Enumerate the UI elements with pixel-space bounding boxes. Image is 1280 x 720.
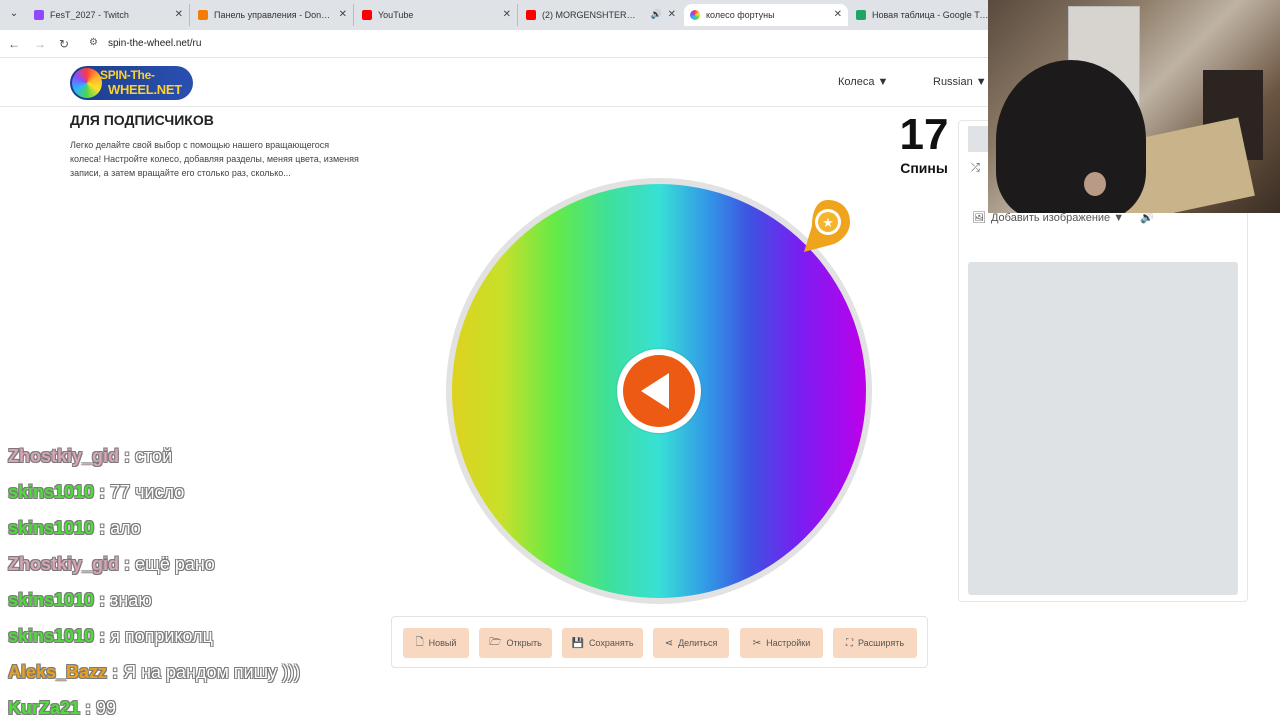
tab-title: (2) MORGENSHTERN - ДО	[542, 10, 642, 20]
wheel-icon	[690, 10, 700, 20]
back-icon[interactable]: ←	[6, 36, 22, 52]
open-button-label: Открыть	[506, 638, 542, 648]
tab-morgenshtern[interactable]: (2) MORGENSHTERN - ДО 🔊 ✕	[520, 4, 682, 26]
speaker-icon[interactable]: 🔊	[651, 9, 662, 20]
panel-tab[interactable]	[968, 126, 988, 152]
share-icon: ⋖	[664, 637, 674, 649]
tab-title: Панель управления - Donation	[214, 10, 332, 20]
page-description: Легко делайте свой выбор с помощью нашег…	[70, 140, 359, 178]
chat-message: skins1010 : я поприколц	[8, 626, 213, 646]
settings-button-label: Настройки	[766, 638, 811, 648]
image-icon: 🖼	[972, 212, 986, 224]
logo-text: WHEEL.NET	[108, 82, 182, 97]
floppy-icon: 💾	[571, 637, 584, 649]
tab-youtube[interactable]: YouTube ✕	[356, 4, 518, 26]
chat-username: skins1010	[8, 626, 95, 646]
chat-message: Zhostkiy_gid : стой	[8, 446, 173, 466]
tools-icon: ✂	[752, 637, 762, 649]
webcam-person	[1084, 172, 1106, 196]
tab-donation[interactable]: Панель управления - Donation ✕	[192, 4, 354, 26]
chat-username: Zhostkiy_gid	[8, 446, 120, 466]
logo-text: SPIN-The-	[100, 68, 155, 82]
close-icon[interactable]: ✕	[175, 9, 183, 20]
chat-username: Zhostkiy_gid	[8, 554, 120, 574]
settings-button[interactable]: ✂ Настройки	[740, 628, 823, 658]
spin-arrow-icon	[641, 373, 669, 409]
tab-title: колесо фортуны	[706, 10, 775, 20]
file-icon: 🗋	[415, 636, 424, 648]
chat-message: skins1010 : знаю	[8, 590, 152, 610]
add-image-label: Добавить изображение ▼	[990, 211, 1125, 224]
svg-text:★: ★	[822, 216, 834, 231]
chat-text: Я на рандом пишу )))	[123, 662, 301, 682]
wheel-toolbar: 🗋 Новый 🗁 Открыть 💾 Сохранять ⋖ Делиться…	[391, 616, 928, 668]
chat-text: 99	[96, 698, 117, 718]
chat-username: skins1010	[8, 590, 95, 610]
close-icon[interactable]: ✕	[339, 9, 347, 20]
tab-twitch[interactable]: FesT_2027 - Twitch ✕	[28, 4, 190, 26]
chat-username: Aleks_Bazz	[8, 662, 108, 682]
new-button-label: Новый	[428, 638, 457, 648]
chat-message: Aleks_Bazz : Я на рандом пишу )))	[8, 662, 301, 682]
tab-title: FesT_2027 - Twitch	[50, 10, 129, 20]
twitch-icon	[34, 10, 44, 20]
tab-list-button[interactable]: ⌄	[6, 6, 22, 22]
chat-message: KurZa21 : 99	[8, 698, 117, 718]
save-button-label: Сохранять	[588, 638, 634, 648]
language-menu[interactable]: Russian ▼	[933, 76, 987, 88]
logo-wheel-icon	[72, 68, 102, 98]
page-heading: ДЛЯ ПОДПИСЧИКОВ	[70, 112, 214, 128]
forward-icon[interactable]: →	[32, 36, 48, 52]
chat-text: ало	[110, 518, 141, 538]
close-icon[interactable]: ✕	[834, 9, 842, 20]
wheel-pointer-icon: ★	[804, 200, 850, 252]
chat-text: я поприколц	[110, 626, 213, 646]
chat-text: ещё рано	[135, 554, 215, 574]
chat-text: 77 число	[110, 482, 185, 502]
tab-wheel-active[interactable]: колесо фортуны ✕	[684, 4, 848, 26]
close-icon[interactable]: ✕	[668, 9, 676, 20]
chat-username: skins1010	[8, 482, 95, 502]
site-logo[interactable]: SPIN-The- WHEEL.NET	[70, 66, 193, 100]
site-info-icon[interactable]: ⚙	[89, 37, 98, 48]
url-field[interactable]: spin-the-wheel.net/ru	[108, 38, 201, 49]
chat-username: KurZa21	[8, 698, 81, 718]
chat-username: skins1010	[8, 518, 95, 538]
fullscreen-icon: ⛶	[845, 637, 853, 649]
chat-text: знаю	[110, 590, 152, 610]
expand-button[interactable]: ⛶ Расширять	[833, 628, 917, 658]
spin-count: 17	[899, 110, 949, 159]
save-button[interactable]: 💾 Сохранять	[562, 628, 643, 658]
chat-text: стой	[135, 446, 173, 466]
new-button[interactable]: 🗋 Новый	[403, 628, 469, 658]
tab-title: Новая таблица - Google Табл	[872, 10, 990, 20]
webcam-person	[996, 60, 1146, 213]
reload-icon[interactable]: ↻	[56, 36, 72, 52]
youtube-icon	[526, 10, 536, 20]
stream-chat-overlay: Zhostkiy_gid : стой skins1010 : 77 число…	[8, 442, 368, 720]
tab-google-sheets[interactable]: Новая таблица - Google Табл	[850, 4, 990, 26]
expand-button-label: Расширять	[857, 638, 905, 648]
chat-message: skins1010 : 77 число	[8, 482, 185, 502]
open-button[interactable]: 🗁 Открыть	[479, 628, 552, 658]
share-button-label: Делиться	[678, 638, 718, 648]
spin-count-label: Спины	[900, 160, 948, 176]
sheets-icon	[856, 10, 866, 20]
wheels-menu[interactable]: Колеса ▼	[838, 76, 888, 88]
entries-textarea[interactable]	[968, 262, 1238, 595]
chat-message: Zhostkiy_gid : ещё рано	[8, 554, 215, 574]
webcam-overlay	[988, 0, 1280, 213]
tab-title: YouTube	[378, 10, 414, 20]
youtube-icon	[362, 10, 372, 20]
donation-icon	[198, 10, 208, 20]
shuffle-icon[interactable]: ⤮	[971, 162, 980, 175]
chat-message: skins1010 : ало	[8, 518, 141, 538]
folder-icon: 🗁	[489, 636, 502, 648]
close-icon[interactable]: ✕	[503, 9, 511, 20]
share-button[interactable]: ⋖ Делиться	[653, 628, 729, 658]
